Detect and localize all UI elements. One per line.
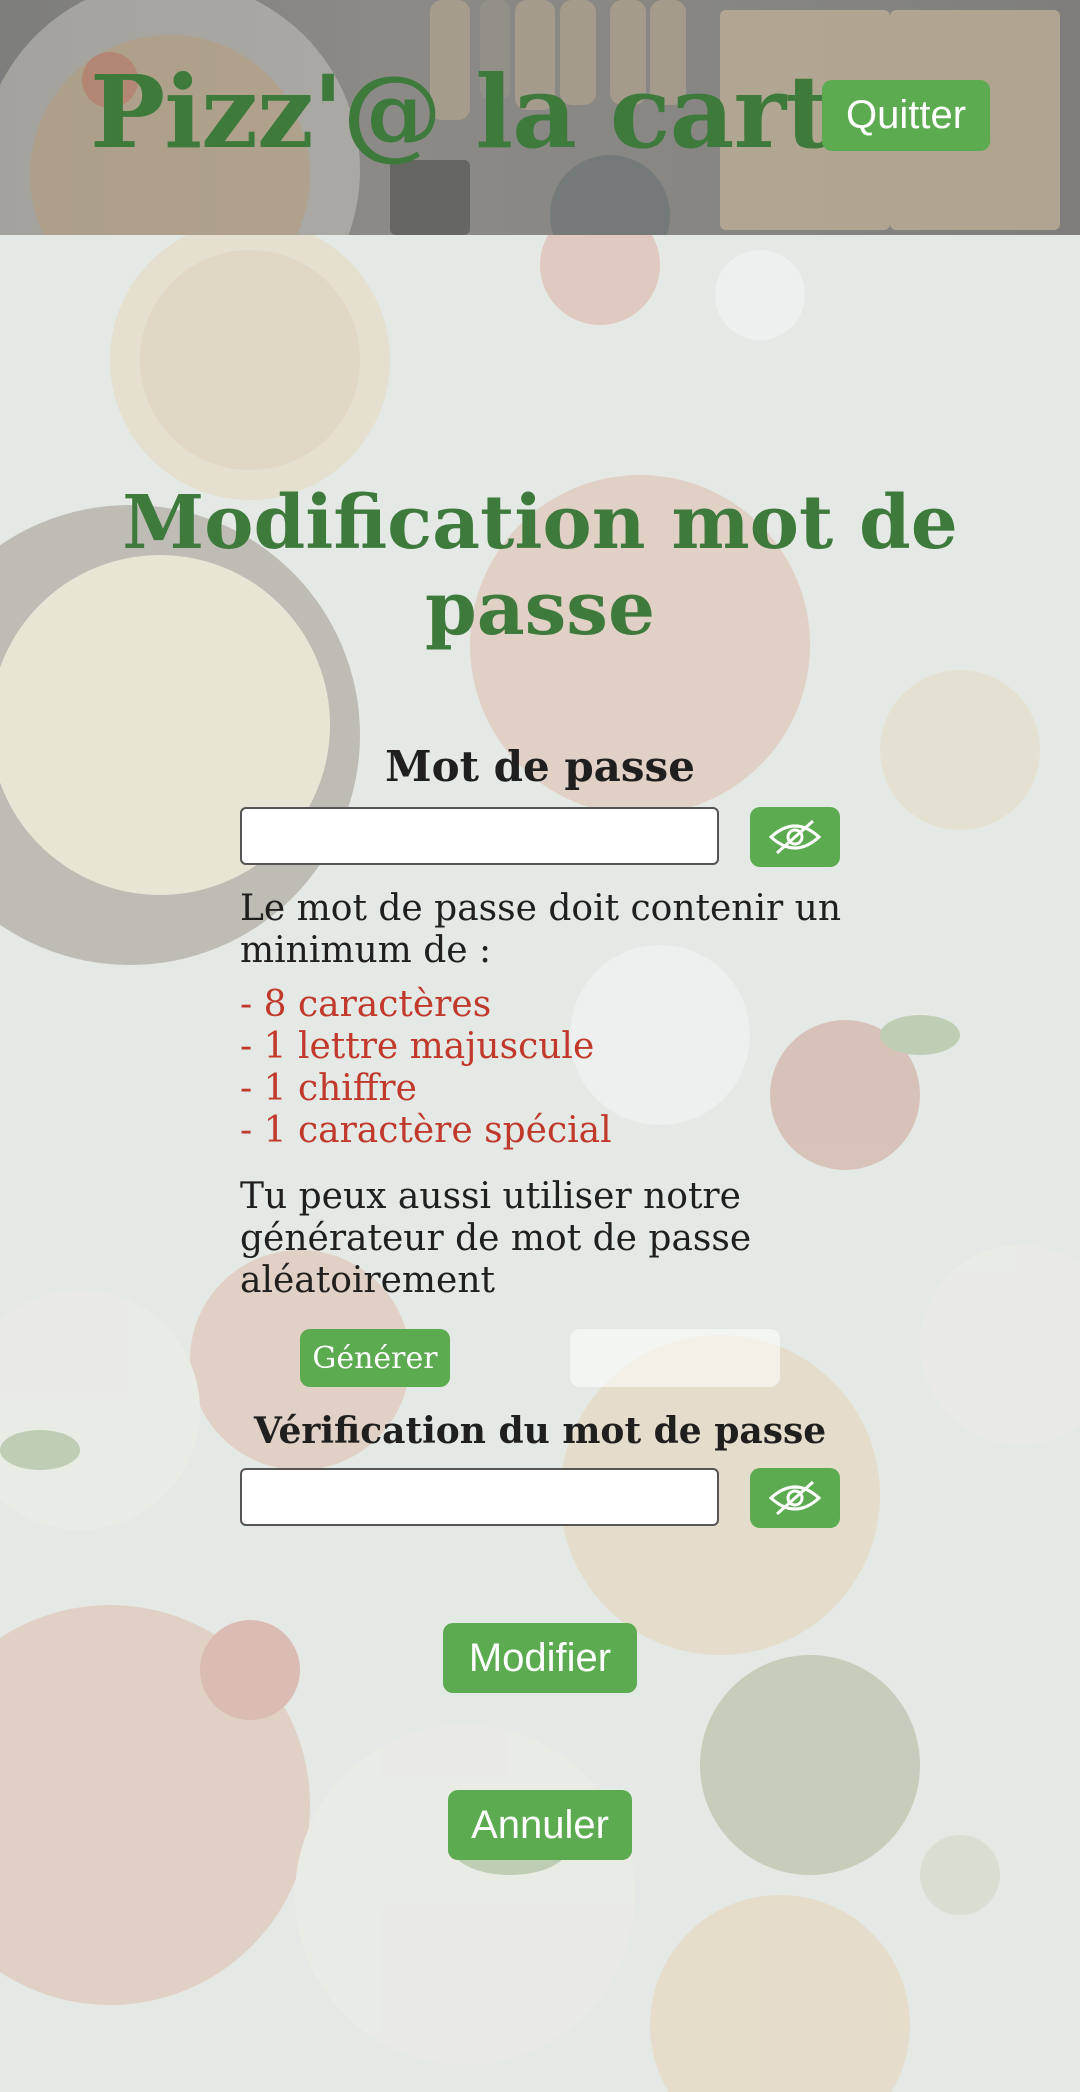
rule-digit: - 1 chiffre [240,1068,417,1109]
cancel-button[interactable]: Annuler [448,1790,632,1860]
password-label: Mot de passe [385,742,695,791]
quit-button[interactable]: Quitter [822,80,990,151]
verify-password-input[interactable] [240,1468,719,1526]
modify-button[interactable]: Modifier [443,1623,637,1693]
verify-password-label: Vérification du mot de passe [253,1410,827,1452]
page-title: Modification mot de passe [122,480,958,652]
eye-slash-icon [768,1480,822,1516]
rule-min-length: - 8 caractères [240,984,492,1025]
generate-password-button[interactable]: Générer [300,1329,450,1387]
app-title: Pizz'@ la carte [90,53,894,171]
toggle-password-visibility-button[interactable] [750,807,840,867]
generator-description: Tu peux aussi utiliser notre générateur … [240,1176,752,1301]
generated-password-field[interactable] [570,1329,780,1387]
rule-special-char: - 1 caractère spécial [240,1110,612,1151]
toggle-verify-visibility-button[interactable] [750,1468,840,1528]
top-header: Pizz'@ la carte Quitter [0,0,1080,235]
eye-slash-icon [768,819,822,855]
password-input[interactable] [240,807,719,865]
password-rules-list: - 8 caractères - 1 lettre majuscule - 1 … [240,984,860,1152]
password-rules-intro: Le mot de passe doit contenir un minimum… [240,888,842,971]
rule-uppercase: - 1 lettre majuscule [240,1026,595,1067]
